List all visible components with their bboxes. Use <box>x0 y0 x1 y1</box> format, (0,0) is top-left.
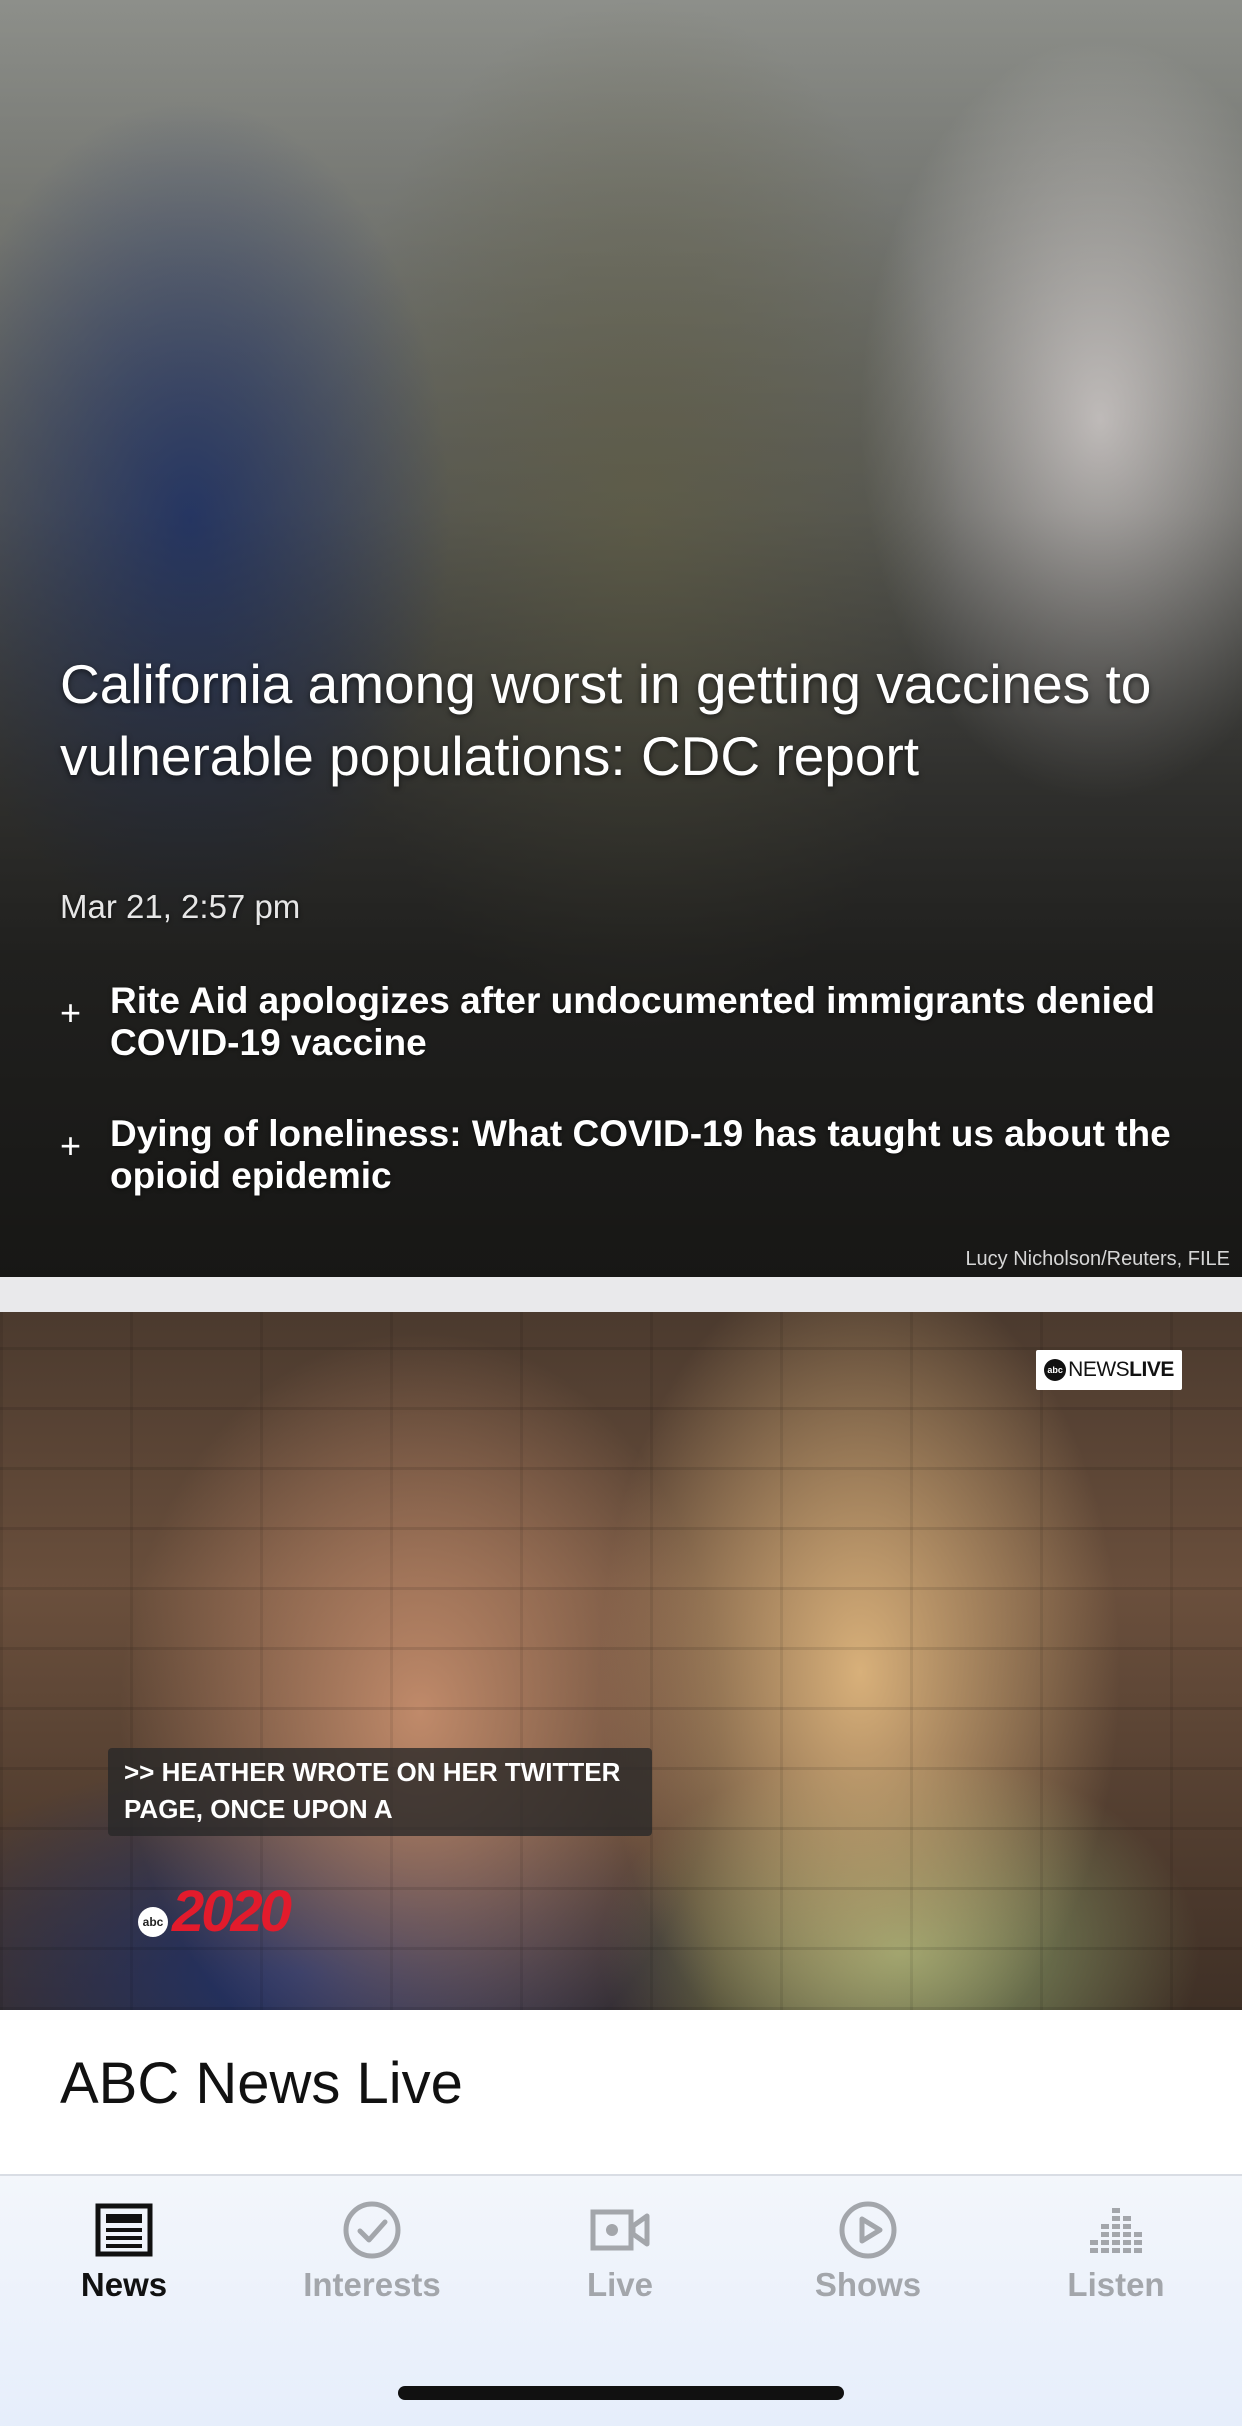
hero-headline[interactable]: California among worst in getting vaccin… <box>60 648 1200 792</box>
tab-label: Shows <box>814 2266 922 2303</box>
badge-news-text: NEWS <box>1068 1358 1130 1381</box>
abc-logo-icon: abc <box>138 1907 168 1937</box>
section-divider <box>0 1277 1242 1312</box>
tab-label: Interests <box>303 2266 441 2303</box>
hero-story-card[interactable]: California among worst in getting vaccin… <box>0 0 1242 1277</box>
photo-credit: Lucy Nicholson/Reuters, FILE <box>965 1248 1230 1270</box>
video-camera-icon <box>590 2209 650 2251</box>
related-story-title: Dying of loneliness: What COVID-19 has t… <box>110 1113 1171 1196</box>
show-logo-2020: abc 2020 <box>138 1878 292 1945</box>
plus-icon: + <box>60 1125 82 1166</box>
show-logo-text: 2020 <box>172 1879 292 1944</box>
tab-label: News <box>80 2266 168 2303</box>
tab-live[interactable]: Live <box>496 2200 744 2320</box>
tab-listen[interactable]: Listen <box>992 2200 1240 2320</box>
equalizer-icon <box>1090 2208 1142 2253</box>
play-circle-icon <box>839 2201 897 2259</box>
related-story-link[interactable]: + Rite Aid apologizes after undocumented… <box>60 980 1190 1064</box>
tab-shows[interactable]: Shows <box>744 2200 992 2320</box>
tab-interests[interactable]: Interests <box>248 2200 496 2320</box>
hero-photo <box>0 0 1242 1277</box>
home-indicator[interactable] <box>398 2386 844 2400</box>
tab-label: Live <box>586 2266 654 2303</box>
live-video-player[interactable]: abc NEWS LIVE >> HEATHER WROTE ON HER TW… <box>0 1312 1242 2010</box>
plus-icon: + <box>60 992 82 1033</box>
newspaper-icon <box>95 2203 153 2257</box>
closed-caption: >> HEATHER WROTE ON HER TWITTER PAGE, ON… <box>108 1748 652 1836</box>
video-title[interactable]: ABC News Live <box>60 2050 463 2117</box>
badge-live-text: LIVE <box>1129 1358 1174 1381</box>
abc-logo-icon: abc <box>1044 1359 1067 1381</box>
checkmark-circle-icon <box>343 2201 401 2259</box>
news-live-badge: abc NEWS LIVE <box>1036 1350 1182 1390</box>
related-story-title: Rite Aid apologizes after undocumented i… <box>110 980 1156 1063</box>
tab-news[interactable]: News <box>0 2200 248 2320</box>
related-story-link[interactable]: + Dying of loneliness: What COVID-19 has… <box>60 1113 1190 1197</box>
tab-label: Listen <box>1067 2266 1165 2303</box>
hero-timestamp: Mar 21, 2:57 pm <box>60 888 301 925</box>
